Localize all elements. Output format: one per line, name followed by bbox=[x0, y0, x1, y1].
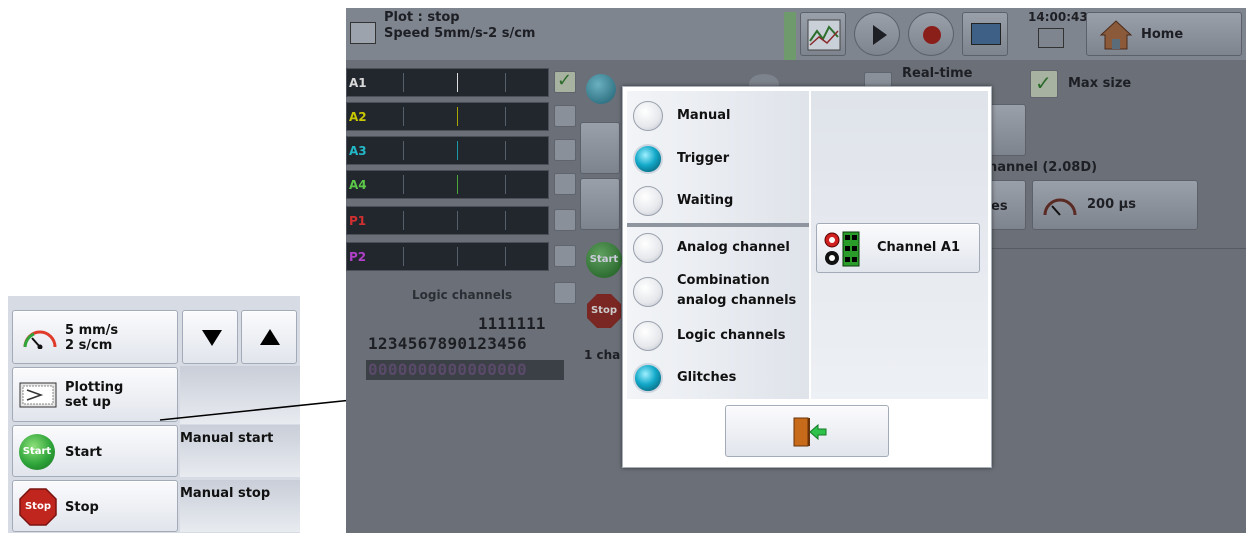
check-icon: ✓ bbox=[557, 70, 573, 91]
play-button[interactable] bbox=[854, 12, 900, 56]
channel-row-a1[interactable]: A1 bbox=[346, 68, 549, 97]
dim-button-right[interactable] bbox=[986, 104, 1026, 156]
plot-speed: Speed 5mm/s-2 s/cm bbox=[384, 26, 536, 41]
radio-analog-channel[interactable] bbox=[633, 233, 663, 263]
top-bar: Plot : stop Speed 5mm/s-2 s/cm 14:00:43 bbox=[346, 8, 1246, 60]
radio-glitches-selected[interactable] bbox=[633, 363, 663, 393]
channel-count-partial: 1 cha bbox=[584, 348, 621, 362]
plot-mode-icon bbox=[350, 22, 376, 44]
option-logic-channels[interactable]: Logic channels bbox=[627, 315, 807, 357]
channel-label: A1 bbox=[349, 76, 367, 90]
home-icon bbox=[1099, 20, 1133, 50]
option-combination-label-2: analog channels bbox=[677, 293, 797, 308]
exit-button[interactable] bbox=[725, 405, 889, 457]
option-combination-analog[interactable]: Combination analog channels bbox=[627, 269, 807, 315]
timebase-button[interactable]: 200 µs bbox=[1032, 180, 1198, 230]
channel-info: hannel (2.08D) bbox=[988, 160, 1098, 175]
home-label: Home bbox=[1141, 27, 1184, 42]
option-waiting[interactable]: Waiting bbox=[627, 180, 807, 222]
plot-button-dim[interactable] bbox=[580, 178, 620, 230]
channel-select-label: Channel A1 bbox=[877, 240, 960, 255]
channel-label: A4 bbox=[349, 178, 367, 192]
stop-icon-dim-text: Stop bbox=[590, 305, 617, 316]
start-icon-dim-text: Start bbox=[589, 254, 619, 265]
chart-icon bbox=[807, 19, 841, 51]
channel-row-a3[interactable]: A3 bbox=[346, 136, 549, 165]
option-waiting-label: Waiting bbox=[677, 193, 734, 208]
channel-label: A2 bbox=[349, 110, 367, 124]
realtime-label: Real-time bbox=[902, 66, 973, 81]
partial-es: es bbox=[991, 199, 1008, 214]
monitor-button[interactable] bbox=[962, 12, 1008, 56]
max-size-checkbox[interactable]: ✓ bbox=[1030, 70, 1058, 98]
channel-a1-checkbox[interactable]: ✓ bbox=[554, 70, 576, 93]
channel-select-button[interactable]: Channel A1 bbox=[816, 223, 980, 273]
option-combination-label-1: Combination bbox=[677, 273, 770, 288]
logic-state-bar: 0000000000000000 bbox=[366, 360, 564, 380]
channel-label: P1 bbox=[349, 214, 367, 228]
channel-label: P2 bbox=[349, 250, 367, 264]
chart-view-button[interactable] bbox=[800, 12, 846, 56]
gauge-button-dim[interactable] bbox=[580, 122, 620, 174]
channel-p2-checkbox[interactable] bbox=[554, 245, 576, 267]
radio-waiting[interactable] bbox=[633, 186, 663, 216]
dim-button-es[interactable]: es bbox=[986, 180, 1026, 230]
option-analog-channel[interactable]: Analog channel bbox=[627, 227, 807, 269]
radio-logic-channels[interactable] bbox=[633, 321, 663, 351]
radio-manual[interactable] bbox=[633, 101, 663, 131]
trigger-mode-dialog: Manual Trigger Waiting Analog channel Co… bbox=[622, 86, 992, 468]
channel-a2-checkbox[interactable] bbox=[554, 105, 576, 127]
plot-status: Plot : stop bbox=[384, 10, 460, 25]
divider bbox=[988, 248, 1246, 249]
radio-combination-analog[interactable] bbox=[633, 277, 663, 307]
channel-p1-checkbox[interactable] bbox=[554, 209, 576, 231]
channel-a4-checkbox[interactable] bbox=[554, 173, 576, 195]
record-button[interactable] bbox=[908, 12, 954, 56]
channel-row-p2[interactable]: P2 bbox=[346, 242, 549, 271]
logic-channels-checkbox[interactable] bbox=[554, 282, 576, 304]
option-trigger[interactable]: Trigger bbox=[627, 138, 807, 180]
option-trigger-label: Trigger bbox=[677, 151, 730, 166]
option-manual[interactable]: Manual bbox=[627, 95, 807, 137]
radio-trigger-selected[interactable] bbox=[633, 144, 663, 174]
logic-digits-tens: 1111111 bbox=[478, 314, 546, 333]
option-glitches[interactable]: Glitches bbox=[627, 357, 807, 399]
radio-dim bbox=[586, 74, 616, 104]
home-button[interactable]: Home bbox=[1086, 12, 1242, 56]
gauge-icon bbox=[1043, 198, 1077, 216]
start-icon-dim[interactable]: Start bbox=[586, 242, 622, 278]
clock: 14:00:43 bbox=[1028, 10, 1088, 24]
channel-connector-icon bbox=[824, 231, 860, 267]
option-analog-channel-label: Analog channel bbox=[677, 240, 790, 255]
check-icon: ✓ bbox=[1035, 71, 1052, 95]
monitor-icon bbox=[971, 23, 1001, 45]
logic-digits-units: 1234567890123456 bbox=[368, 334, 527, 353]
plot-icon-small bbox=[1038, 28, 1064, 48]
max-size-label: Max size bbox=[1068, 76, 1132, 91]
channel-row-p1[interactable]: P1 bbox=[346, 206, 549, 235]
exit-door-icon bbox=[793, 417, 827, 447]
option-logic-channels-label: Logic channels bbox=[677, 328, 786, 343]
record-icon bbox=[923, 26, 941, 44]
option-glitches-label: Glitches bbox=[677, 370, 737, 385]
logic-channels-label: Logic channels bbox=[412, 288, 513, 302]
channel-label: A3 bbox=[349, 144, 367, 158]
play-icon bbox=[873, 25, 887, 45]
channel-a3-checkbox[interactable] bbox=[554, 139, 576, 161]
channel-row-a2[interactable]: A2 bbox=[346, 102, 549, 131]
channel-row-a4[interactable]: A4 bbox=[346, 170, 549, 199]
level-bar bbox=[784, 12, 796, 60]
option-manual-label: Manual bbox=[677, 108, 731, 123]
timebase-value: 200 µs bbox=[1087, 197, 1136, 212]
